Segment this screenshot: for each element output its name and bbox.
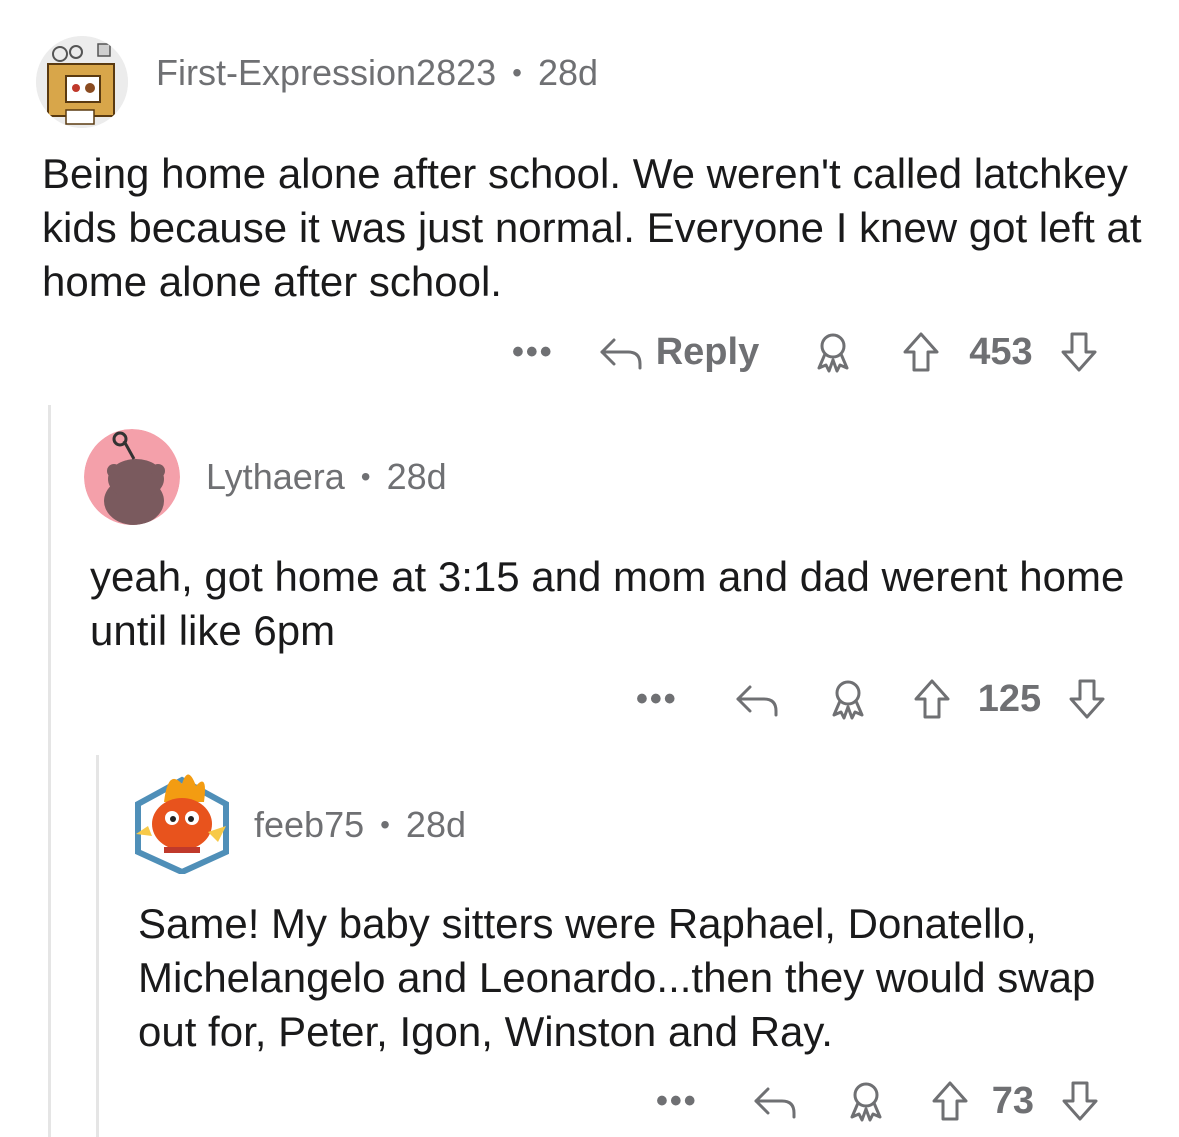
username[interactable]: Lythaera [206,456,345,498]
comment-age: 28d [405,804,466,845]
comment-body: Same! My baby sitters were Raphael, Dona… [138,900,1096,1055]
avatar[interactable] [84,429,180,525]
comment-actions: ••• Reply 453 [512,322,1099,382]
comment-body: Being home alone after school. We weren'… [42,150,1142,305]
comment-actions: ••• 125 [636,669,1107,729]
award-icon[interactable] [844,1079,888,1123]
reply-button[interactable]: Reply [598,331,759,374]
thread-line-level-2 [96,755,99,1137]
avatar-image [36,36,128,128]
meta-separator: • [512,57,522,88]
comment-actions: ••• 73 [656,1071,1100,1131]
downvote-arrow-icon[interactable] [1059,330,1099,374]
comment-age: 28d [386,456,447,497]
avatar-image [135,774,229,874]
more-options-button[interactable]: ••• [636,680,678,719]
comment-meta: feeb75 • 28d [254,804,466,846]
vote-score: 73 [991,1079,1034,1122]
upvote-arrow-icon[interactable] [930,1079,970,1123]
downvote-arrow-icon[interactable] [1060,1079,1100,1123]
avatar[interactable] [134,762,230,874]
avatar[interactable] [36,36,128,128]
reply-arrow-icon[interactable] [734,679,780,719]
reply-arrow-icon[interactable] [752,1081,798,1121]
more-options-button[interactable]: ••• [512,333,554,372]
thread-line-level-1 [48,405,51,1137]
comment-body: yeah, got home at 3:15 and mom and dad w… [90,553,1125,654]
upvote-arrow-icon[interactable] [901,330,941,374]
meta-separator: • [380,809,390,840]
meta-separator: • [360,461,371,492]
comment-meta: First-Expression2823 • 28d [156,52,598,94]
reply-arrow-icon [598,332,644,372]
reply-label: Reply [655,330,760,373]
comment-age: 28d [537,52,599,93]
comment-meta: Lythaera • 28d [206,456,447,498]
more-options-button[interactable]: ••• [656,1082,698,1121]
downvote-arrow-icon[interactable] [1067,677,1107,721]
username[interactable]: First-Expression2823 [156,52,496,94]
avatar-image [84,429,180,525]
vote-score: 125 [977,677,1042,720]
vote-score: 453 [969,330,1033,373]
award-icon[interactable] [826,677,870,721]
award-icon[interactable] [811,330,855,374]
upvote-arrow-icon[interactable] [912,677,952,721]
username[interactable]: feeb75 [254,804,364,846]
